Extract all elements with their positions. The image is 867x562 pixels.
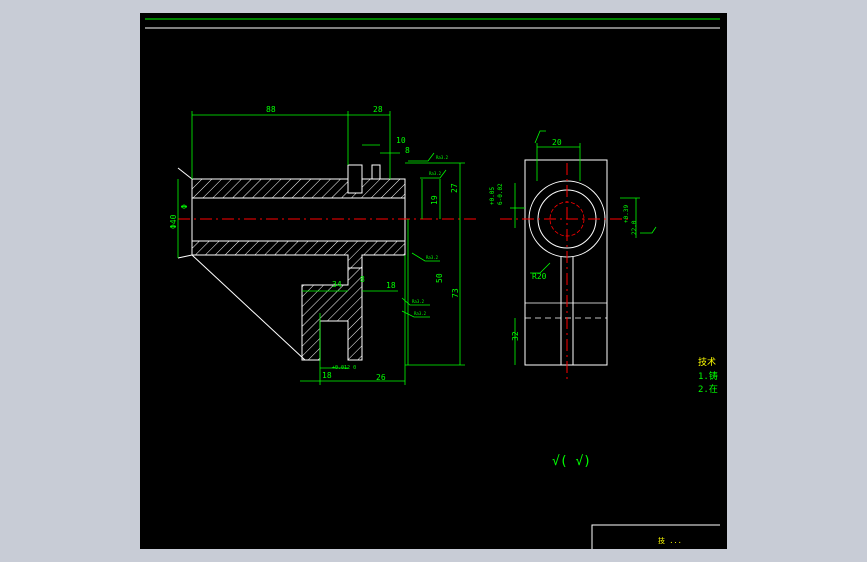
- dim-h-mid: 50: [435, 273, 444, 283]
- dim-inner-diameter: Φ: [180, 204, 189, 209]
- dim-step-tiny: 8: [405, 146, 410, 155]
- dim-side-tol-right: +0.39: [623, 205, 630, 223]
- dim-h-upper: 19: [430, 195, 439, 205]
- roughness-label: Ra3.2: [414, 311, 427, 316]
- notes-title: 技术: [698, 356, 716, 368]
- cad-drawing: 88 28 10 8 34 8 18 18 26 +0.012 0 27 19 …: [145, 18, 720, 549]
- dim-slot-width: 18: [322, 371, 332, 380]
- dim-side-tol-right2: 22.0: [631, 220, 638, 235]
- title-block-text: 技 ...: [658, 536, 682, 545]
- tech-notes: 技术 1.铸 2.在: [698, 356, 718, 395]
- roughness-symbol: √( √): [552, 454, 591, 469]
- dim-side-h32: 32: [511, 331, 520, 341]
- dim-h-total: 27: [450, 183, 459, 193]
- notes-line1: 1.铸: [698, 370, 718, 382]
- dim-arm-gap: 8: [360, 275, 365, 284]
- dim-side-tol-left2: 6-0.02: [497, 183, 504, 205]
- dim-top-right: 28: [373, 105, 383, 114]
- dim-side-radius: R20: [532, 272, 547, 281]
- side-view: 20 R20 32 +0.05 6-0.02 +0.39 22.0: [489, 130, 657, 381]
- dim-step-small: 10: [396, 136, 406, 145]
- roughness-label: Ra3.2: [429, 171, 442, 176]
- dim-slot-tolerance: +0.012 0: [332, 365, 356, 371]
- notes-line2: 2.在: [698, 383, 718, 395]
- dim-h-overall: 73: [451, 288, 460, 298]
- front-view: 88 28 10 8 34 8 18 18 26 +0.012 0 27 19 …: [169, 105, 480, 385]
- roughness-label: Ra3.2: [436, 155, 449, 160]
- dim-base-26: 26: [376, 373, 386, 382]
- title-block: 技 ...: [591, 524, 720, 549]
- dim-arm-width: 34: [332, 280, 342, 289]
- drawing-sheet: 88 28 10 8 34 8 18 18 26 +0.012 0 27 19 …: [140, 13, 727, 549]
- dim-arm-18: 18: [386, 281, 396, 290]
- dim-side-top: 20: [552, 138, 562, 147]
- roughness-label: Ra3.2: [412, 299, 425, 304]
- dim-bore-diameter: Φ40: [169, 214, 178, 229]
- dim-side-tol-left: +0.05: [489, 187, 496, 205]
- dim-top-len: 88: [266, 105, 276, 114]
- roughness-label: Ra3.2: [426, 255, 439, 260]
